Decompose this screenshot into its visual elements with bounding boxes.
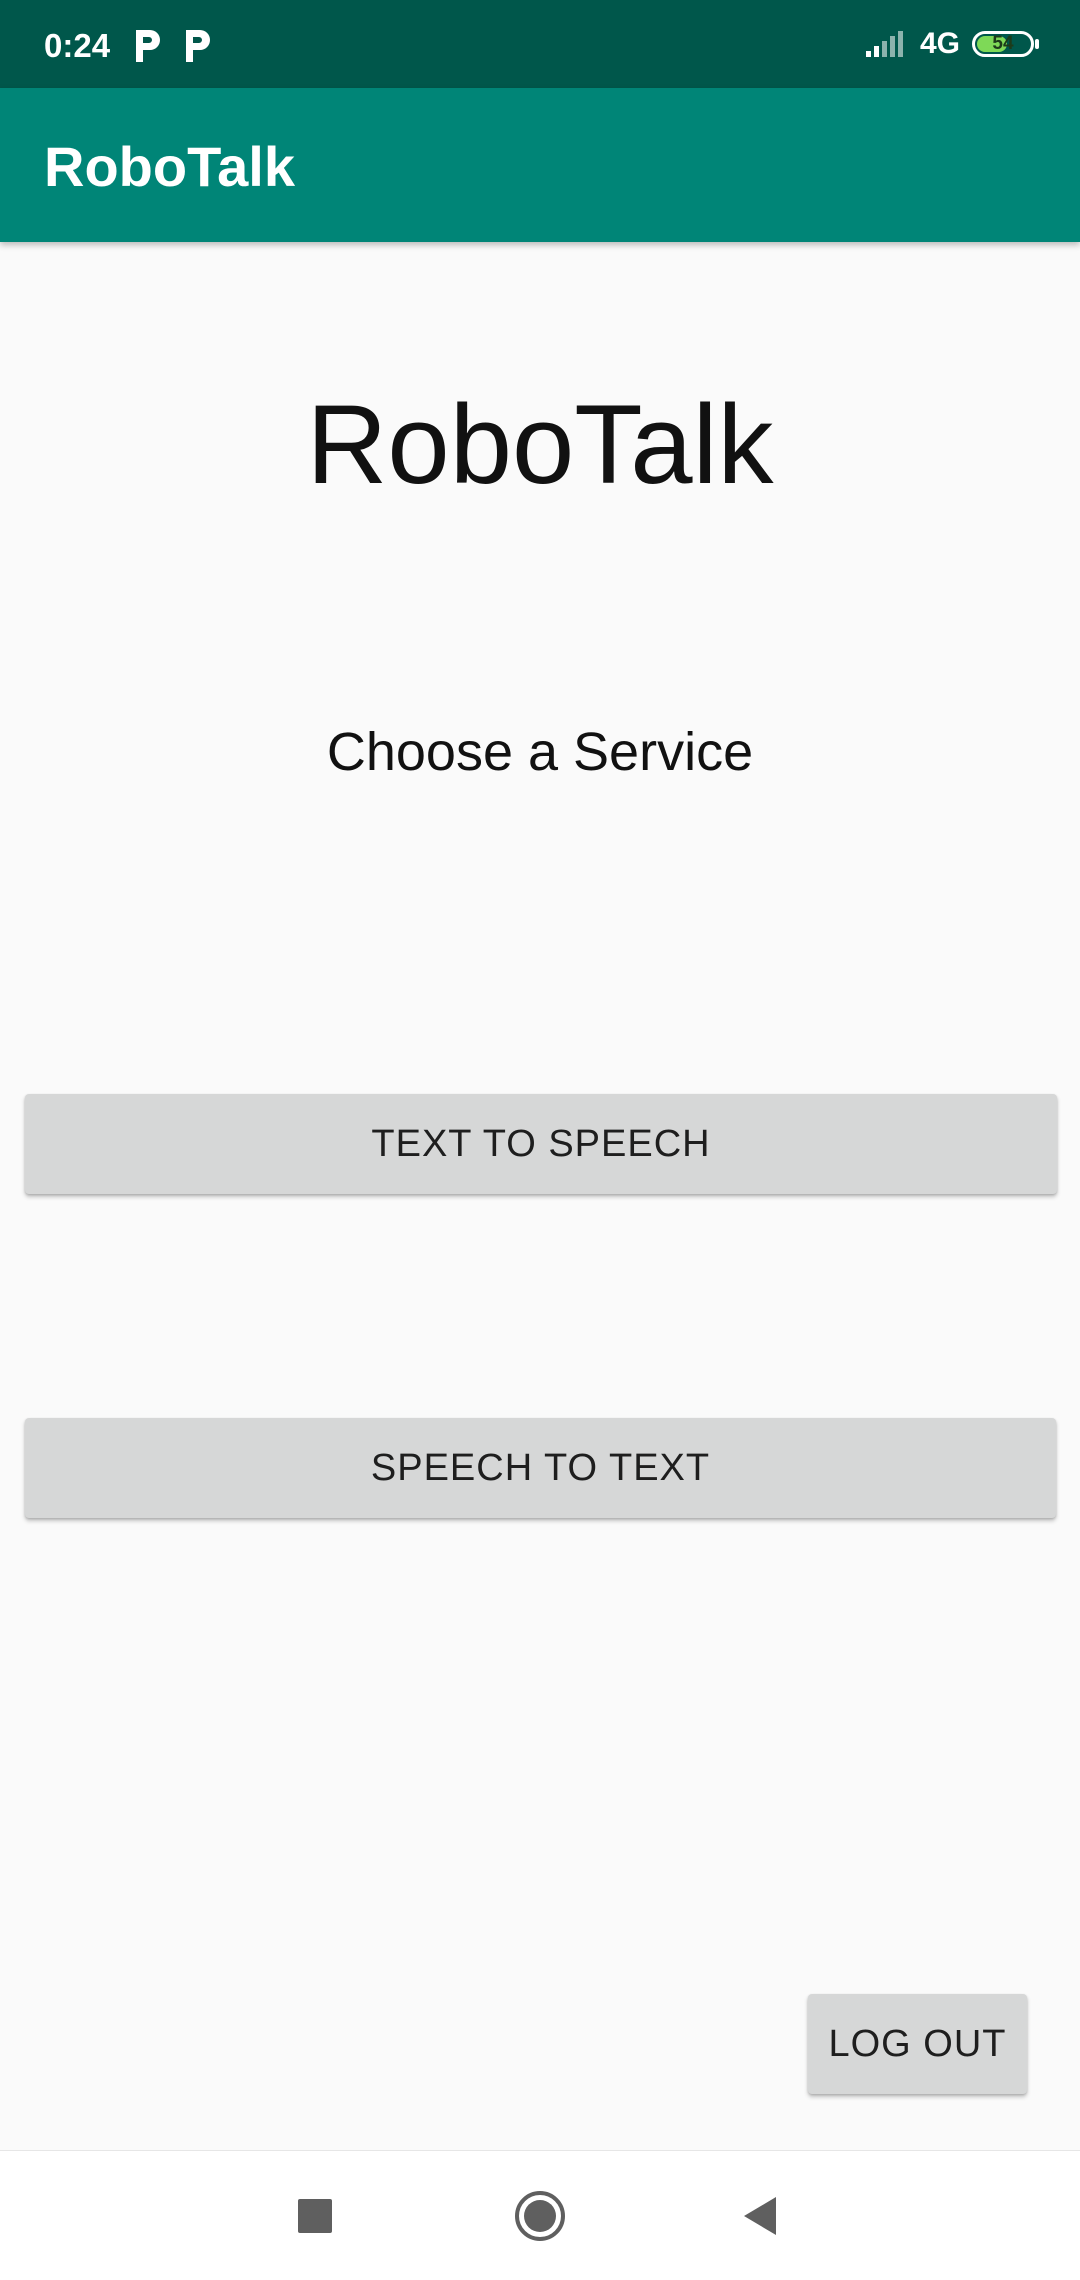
network-type: 4G — [919, 27, 960, 60]
status-time: 0:24 — [44, 27, 111, 64]
battery-level: 54 — [992, 33, 1014, 54]
log-out-button[interactable]: LOG OUT — [808, 1994, 1027, 2094]
status-indicators: 4G 54 — [864, 0, 1039, 88]
speech-to-text-button[interactable]: SPEECH TO TEXT — [25, 1418, 1056, 1518]
signal-icon — [865, 31, 903, 57]
text-to-speech-button[interactable]: TEXT TO SPEECH — [25, 1094, 1057, 1194]
home-icon — [515, 2191, 565, 2241]
back-button[interactable] — [700, 2151, 820, 2280]
recents-icon — [298, 2199, 332, 2233]
status-bar: 0:24 4G 54 — [0, 0, 1080, 88]
screen: 0:24 4G 54 RoboTalk RoboTalk Choose a Se… — [0, 0, 1080, 2280]
app-bar: RoboTalk — [0, 88, 1080, 242]
app-bar-title: RoboTalk — [44, 135, 295, 198]
choose-service-label: Choose a Service — [326, 722, 754, 782]
battery-nub — [1035, 39, 1039, 49]
parking-icon — [186, 30, 210, 62]
recents-button[interactable] — [255, 2151, 375, 2280]
back-icon — [744, 2197, 776, 2235]
parking-icon — [136, 30, 160, 62]
navigation-bar — [0, 2150, 1080, 2280]
home-button[interactable] — [480, 2151, 600, 2280]
battery-icon: 54 — [972, 31, 1039, 57]
page-title: RoboTalk — [306, 382, 774, 507]
